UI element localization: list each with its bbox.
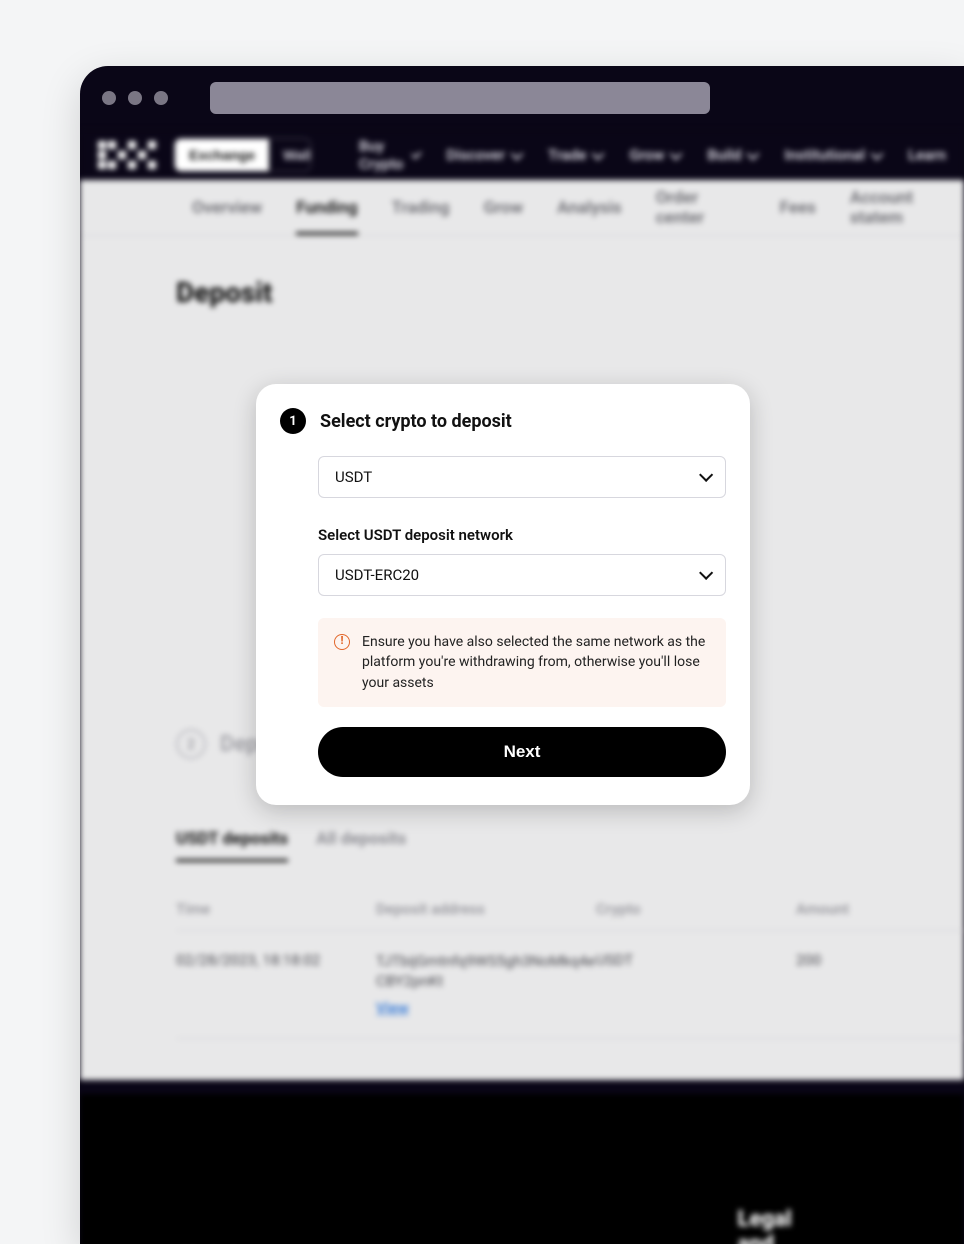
deposit-step-1-card: 1 Select crypto to deposit USDT Select U… bbox=[256, 384, 750, 805]
table-row: 02/28/2023, 18:18:02 TJTbijGmtnfq9WS5gh3… bbox=[176, 931, 964, 1039]
chevron-down-icon bbox=[699, 468, 713, 482]
deposit-address-text: TJTbijGmtnfq9WS5gh3NoMkq4eCBY2pnKt bbox=[376, 952, 595, 990]
logo-icon bbox=[98, 141, 156, 169]
address-bar[interactable] bbox=[210, 82, 710, 114]
step-2-badge: 2 bbox=[176, 729, 206, 759]
nav-trade[interactable]: Trade bbox=[548, 137, 601, 173]
subnav-funding[interactable]: Funding bbox=[296, 198, 357, 235]
top-nav: Exchange Wallet Buy Crypto Discover Trad… bbox=[80, 130, 964, 180]
chevron-down-icon bbox=[699, 566, 713, 580]
warning-text: Ensure you have also selected the same n… bbox=[362, 632, 710, 693]
subnav-trading[interactable]: Trading bbox=[392, 198, 450, 218]
view-deposit-link[interactable]: View bbox=[376, 998, 409, 1018]
next-button[interactable]: Next bbox=[318, 727, 726, 777]
nav-grow[interactable]: Grow bbox=[629, 137, 679, 173]
nav-institutional[interactable]: Institutional bbox=[784, 137, 880, 173]
th-amount: Amount bbox=[796, 888, 964, 931]
subnav-fees[interactable]: Fees bbox=[780, 198, 816, 218]
step-1-badge: 1 bbox=[280, 408, 306, 434]
subnav-order-center[interactable]: Order center bbox=[656, 188, 746, 228]
warning-icon bbox=[334, 634, 350, 650]
footer-legal[interactable]: Legal and privacy bbox=[738, 1207, 810, 1244]
network-select-value: USDT-ERC20 bbox=[335, 566, 419, 584]
cell-amount: 200 bbox=[796, 931, 964, 1039]
nav-buy-crypto[interactable]: Buy Crypto bbox=[359, 137, 419, 173]
cell-time: 02/28/2023, 18:18:02 bbox=[176, 931, 376, 1039]
tab-all-deposits[interactable]: All deposits bbox=[316, 829, 406, 862]
mode-segmented-control: Exchange Wallet bbox=[174, 138, 311, 172]
subnav-analysis[interactable]: Analysis bbox=[557, 198, 622, 218]
th-crypto: Crypto bbox=[596, 888, 796, 931]
subnav-account-statements[interactable]: Account statem bbox=[850, 188, 964, 228]
cell-crypto: USDT bbox=[596, 931, 796, 1039]
site-footer: About Legal and privacy Servi bbox=[80, 1094, 964, 1244]
traffic-dot-zoom-icon[interactable] bbox=[154, 91, 168, 105]
network-select[interactable]: USDT-ERC20 bbox=[318, 554, 726, 596]
subnav-overview[interactable]: Overview bbox=[192, 198, 262, 218]
network-label: Select USDT deposit network bbox=[318, 526, 726, 544]
page-title: Deposit bbox=[176, 276, 964, 309]
nav-learn[interactable]: Learn bbox=[908, 137, 946, 173]
th-time: Time bbox=[176, 888, 376, 931]
top-nav-menu: Buy Crypto Discover Trade Grow Build Ins… bbox=[359, 137, 946, 173]
crypto-select-value: USDT bbox=[335, 468, 372, 486]
traffic-dot-minimize-icon[interactable] bbox=[128, 91, 142, 105]
crypto-select[interactable]: USDT bbox=[318, 456, 726, 498]
th-address: Deposit address bbox=[376, 888, 596, 931]
account-subnav: Overview Funding Trading Grow Analysis O… bbox=[80, 180, 964, 236]
window-traffic-lights bbox=[102, 91, 168, 105]
tab-usdt-deposits[interactable]: USDT deposits bbox=[176, 829, 288, 862]
step-1-title: Select crypto to deposit bbox=[320, 411, 512, 432]
deposits-tabs: USDT deposits All deposits bbox=[176, 829, 964, 862]
wallet-mode-button[interactable]: Wallet bbox=[269, 139, 311, 171]
traffic-dot-close-icon[interactable] bbox=[102, 91, 116, 105]
nav-discover[interactable]: Discover bbox=[446, 137, 519, 173]
exchange-mode-button[interactable]: Exchange bbox=[175, 139, 269, 171]
cell-address: TJTbijGmtnfq9WS5gh3NoMkq4eCBY2pnKt View bbox=[376, 931, 596, 1039]
nav-build[interactable]: Build bbox=[707, 137, 756, 173]
subnav-grow-acct[interactable]: Grow bbox=[484, 198, 524, 218]
deposits-table: Time Deposit address Crypto Amount 02/28… bbox=[176, 888, 964, 1039]
browser-titlebar bbox=[80, 66, 964, 130]
network-warning: Ensure you have also selected the same n… bbox=[318, 618, 726, 707]
